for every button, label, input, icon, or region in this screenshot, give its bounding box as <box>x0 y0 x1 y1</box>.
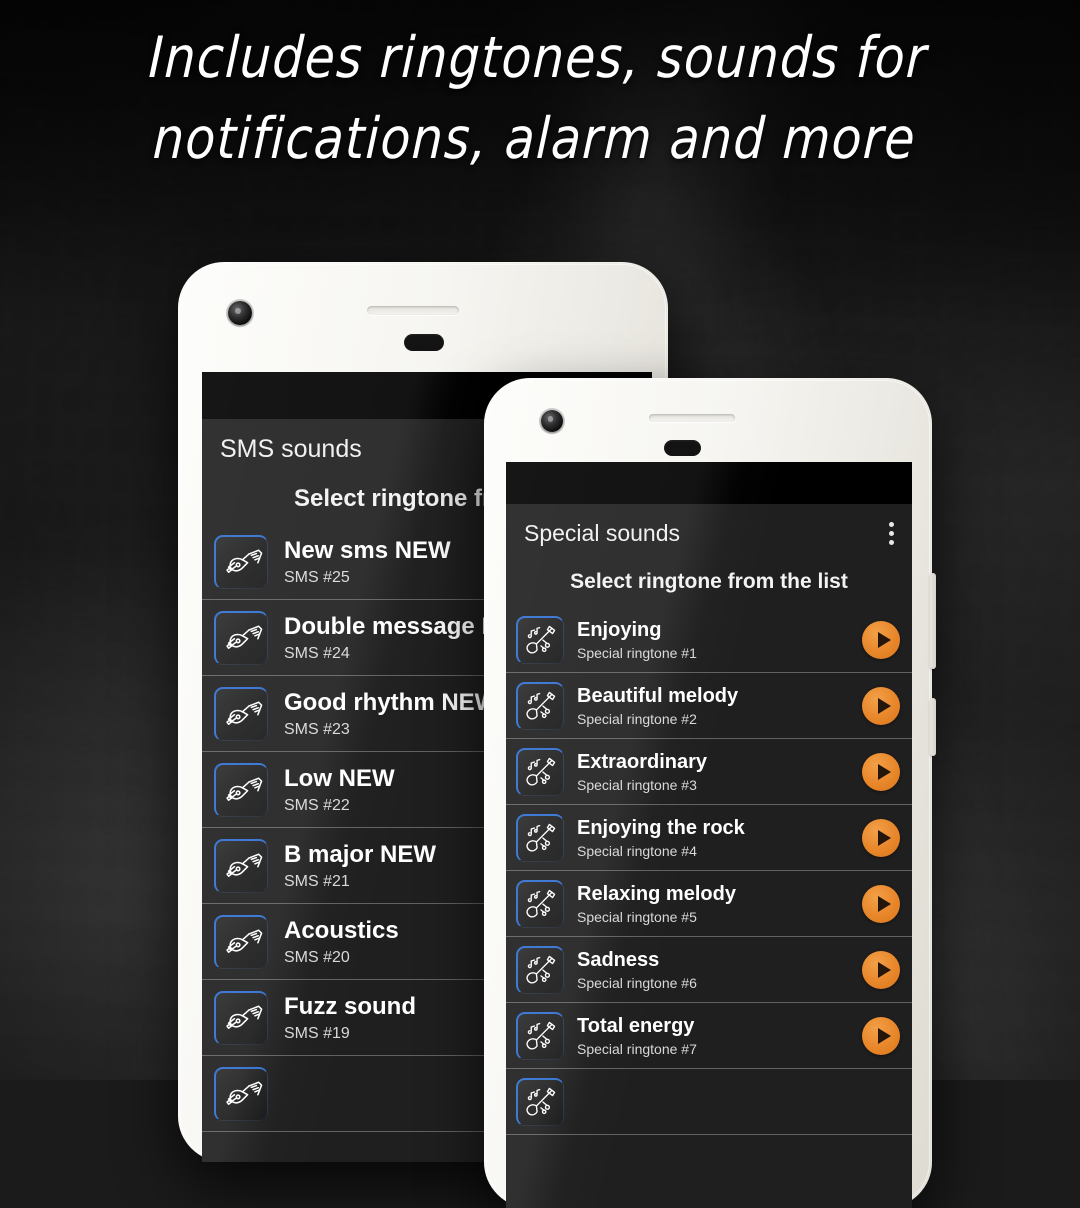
list-item[interactable]: Relaxing melody Special ringtone #5 <box>506 871 912 937</box>
list-item-subtitle: Special ringtone #7 <box>577 1040 697 1057</box>
list-item[interactable]: Extraordinary Special ringtone #3 <box>506 739 912 805</box>
app-title-left: SMS sounds <box>220 434 362 463</box>
front-camera-icon <box>228 301 252 325</box>
app-bar-right: Special sounds <box>506 504 912 562</box>
list-item-text <box>577 1100 900 1103</box>
list-item-text: Relaxing melody Special ringtone #5 <box>577 883 862 925</box>
list-item-title: Relaxing melody <box>577 882 736 905</box>
play-icon-button[interactable] <box>862 884 900 923</box>
earpiece-speaker <box>649 414 735 422</box>
electric-guitar-icon <box>214 990 268 1045</box>
ringtone-list-right[interactable]: Enjoying Special ringtone #1 Beautiful mel… <box>506 607 912 1208</box>
list-item-text: Enjoying the rock Special ringtone #4 <box>577 817 862 859</box>
list-item-title: Total energy <box>577 1014 695 1037</box>
list-item-title: Beautiful melody <box>577 684 739 707</box>
play-icon-button[interactable] <box>862 620 900 659</box>
guitar-with-notes-icon <box>516 945 564 994</box>
electric-guitar-icon <box>214 534 268 589</box>
list-item[interactable]: Sadness Special ringtone #6 <box>506 937 912 1003</box>
guitar-with-notes-icon <box>516 879 564 928</box>
list-item[interactable] <box>506 1069 912 1135</box>
list-item-subtitle: Special ringtone #4 <box>577 842 697 859</box>
guitar-with-notes-icon <box>516 615 564 664</box>
play-icon-button[interactable] <box>862 752 900 791</box>
list-item[interactable]: Enjoying Special ringtone #1 <box>506 607 912 673</box>
list-item-title: Sadness <box>577 948 660 971</box>
electric-guitar-icon <box>214 914 268 969</box>
list-item-text: Total energy Special ringtone #7 <box>577 1015 862 1057</box>
electric-guitar-icon <box>214 762 268 817</box>
play-icon-button[interactable] <box>862 686 900 725</box>
list-item-text: Enjoying Special ringtone #1 <box>577 619 862 661</box>
phone-mockup-right: Special sounds Select ringtone from the … <box>484 378 936 1208</box>
list-item-subtitle: Special ringtone #5 <box>577 908 697 925</box>
guitar-with-notes-icon <box>516 747 564 796</box>
list-item-text: Sadness Special ringtone #6 <box>577 949 862 991</box>
play-icon-button[interactable] <box>862 818 900 857</box>
electric-guitar-icon <box>214 1066 268 1121</box>
front-camera-icon <box>541 410 563 432</box>
guitar-with-notes-icon <box>516 813 564 862</box>
more-vertical-icon[interactable] <box>889 520 894 547</box>
earpiece-speaker <box>367 306 459 315</box>
list-item-subtitle: Special ringtone #6 <box>577 974 697 991</box>
play-icon-button[interactable] <box>862 950 900 989</box>
promo-headline: Includes ringtones, sounds for notificat… <box>147 25 930 172</box>
list-subtitle-right: Select ringtone from the list <box>570 570 848 593</box>
list-item-subtitle: Special ringtone #2 <box>577 710 697 727</box>
list-item-subtitle: Special ringtone #3 <box>577 776 697 793</box>
status-bar-right <box>506 462 912 504</box>
guitar-with-notes-icon <box>516 1077 564 1126</box>
proximity-sensor <box>664 440 701 456</box>
app-title-right: Special sounds <box>524 519 680 546</box>
guitar-with-notes-icon <box>516 1011 564 1060</box>
electric-guitar-icon <box>214 838 268 893</box>
list-item-title: Enjoying <box>577 618 662 641</box>
list-item[interactable]: Beautiful melody Special ringtone #2 <box>506 673 912 739</box>
list-item[interactable]: Enjoying the rock Special ringtone #4 <box>506 805 912 871</box>
list-item-title: Enjoying the rock <box>577 816 745 839</box>
list-item-text: Extraordinary Special ringtone #3 <box>577 751 862 793</box>
volume-button[interactable] <box>930 573 936 669</box>
power-button[interactable] <box>930 698 936 756</box>
electric-guitar-icon <box>214 610 268 665</box>
electric-guitar-icon <box>214 686 268 741</box>
list-item-subtitle: Special ringtone #1 <box>577 644 697 661</box>
list-item-title: Extraordinary <box>577 750 708 773</box>
proximity-sensor <box>404 334 444 351</box>
guitar-with-notes-icon <box>516 681 564 730</box>
app-screen-right: Special sounds Select ringtone from the … <box>506 462 912 1208</box>
list-item-text: Beautiful melody Special ringtone #2 <box>577 685 862 727</box>
play-icon-button[interactable] <box>862 1016 900 1055</box>
list-item[interactable]: Total energy Special ringtone #7 <box>506 1003 912 1069</box>
